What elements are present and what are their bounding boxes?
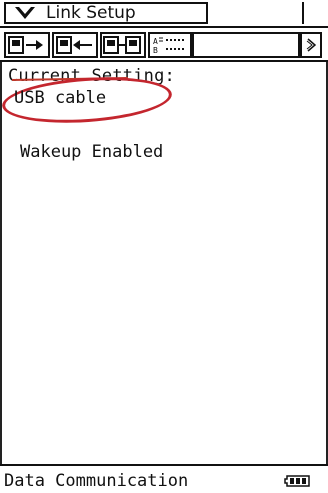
toolbar-empty-slot (192, 32, 300, 58)
battery-icon (284, 475, 310, 487)
chevron-down-icon (15, 7, 35, 19)
menu-label: Link Setup (46, 3, 136, 23)
send-button[interactable] (4, 32, 50, 58)
status-label: Data Communication (4, 471, 189, 491)
transfer-button[interactable] (100, 32, 146, 58)
connection-value: USB cable (14, 88, 107, 108)
transfer-data-icon (103, 36, 141, 54)
link-setup-menu-button[interactable]: Link Setup (4, 2, 208, 24)
toolbar-scroll-button[interactable] (300, 32, 322, 58)
svg-text:A: A (153, 37, 158, 46)
wakeup-status: Wakeup Enabled (20, 142, 164, 162)
toolbar: A B (0, 28, 328, 62)
calculator-screen: Link Setup A B Current Setting: USB cabl… (0, 0, 328, 493)
receive-data-icon (56, 36, 92, 54)
arrow-right-icon (306, 38, 316, 52)
receive-button[interactable] (52, 32, 98, 58)
list-settings-icon: A B (153, 37, 186, 55)
title-bar-divider (302, 2, 322, 24)
settings-list-button[interactable]: A B (148, 32, 192, 58)
svg-text:B: B (153, 46, 158, 55)
title-bar: Link Setup (0, 0, 328, 28)
status-bar: Data Communication (0, 464, 328, 493)
main-content: Current Setting: USB cable Wakeup Enable… (0, 62, 328, 464)
send-data-icon (8, 36, 43, 54)
